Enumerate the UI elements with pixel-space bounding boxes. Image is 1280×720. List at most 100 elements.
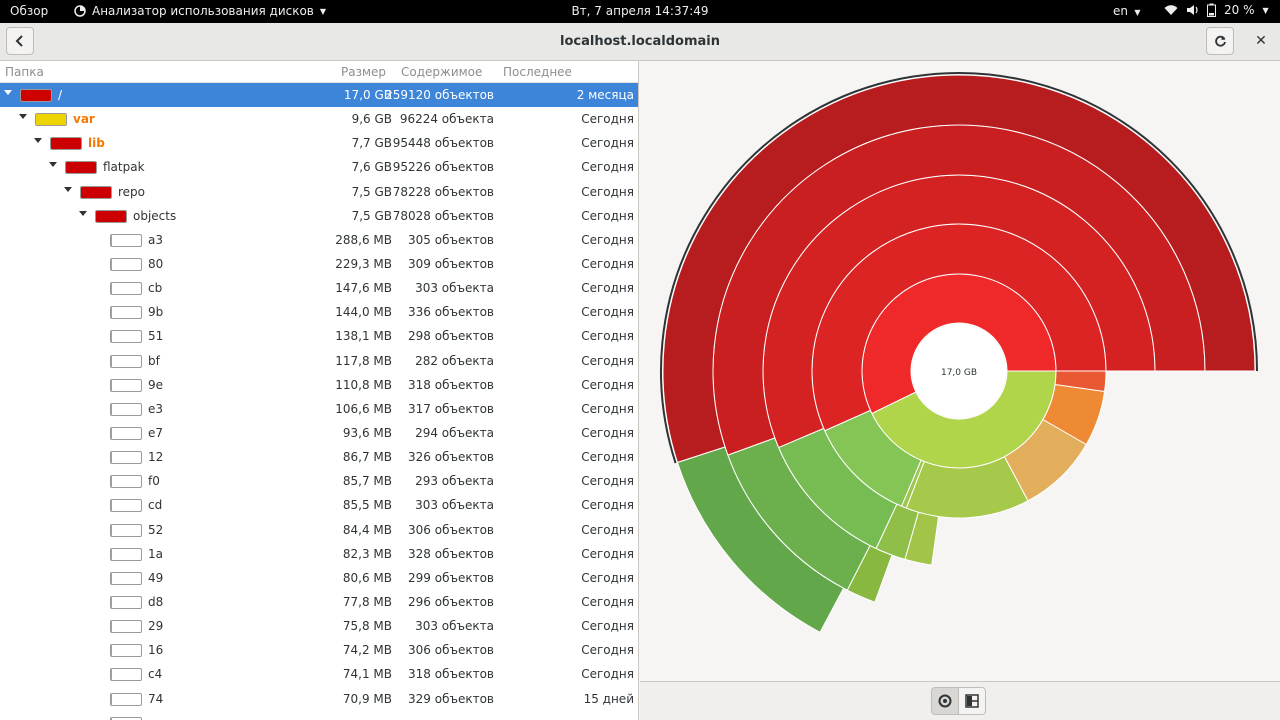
row-name: / bbox=[58, 88, 63, 102]
tree-row[interactable]: e3 106,6 MB 317 объектов Сегодня bbox=[0, 397, 638, 421]
row-modified: Сегодня bbox=[581, 377, 634, 392]
usage-bar bbox=[20, 89, 52, 102]
tree-row[interactable] bbox=[0, 711, 638, 720]
expander-arrow-icon[interactable] bbox=[64, 186, 72, 192]
tree-row[interactable]: flatpak 7,6 GB 95226 объектов Сегодня bbox=[0, 155, 638, 179]
row-modified: Сегодня bbox=[581, 184, 634, 199]
expander-arrow-icon[interactable] bbox=[49, 162, 57, 168]
rings-view-button[interactable] bbox=[931, 687, 959, 715]
chart-center-label: 17,0 GB bbox=[941, 368, 977, 378]
keyboard-layout[interactable]: en ▼ bbox=[1113, 4, 1141, 18]
tree-row[interactable]: 52 84,4 MB 306 объектов Сегодня bbox=[0, 518, 638, 542]
row-size: 77,8 MB bbox=[342, 594, 392, 609]
tree-row[interactable]: 74 70,9 MB 329 объектов 15 дней bbox=[0, 687, 638, 711]
row-contents: 329 объектов bbox=[408, 691, 494, 706]
column-header: Папка Размер Содержимое Последнее измене… bbox=[0, 61, 638, 93]
row-contents: 317 объектов bbox=[408, 401, 494, 416]
usage-bar bbox=[110, 330, 142, 344]
battery-icon bbox=[1207, 3, 1216, 17]
row-size: 93,6 MB bbox=[342, 425, 392, 440]
rings-chart[interactable]: 17,0 GB bbox=[640, 61, 1280, 681]
column-header-size[interactable]: Размер bbox=[341, 65, 386, 79]
tree-row[interactable]: 9b 144,0 MB 336 объектов Сегодня bbox=[0, 300, 638, 324]
window-close-icon: ✕ bbox=[1255, 33, 1267, 49]
row-name: 51 bbox=[148, 329, 164, 344]
row-contents: 303 объекта bbox=[415, 619, 494, 634]
tree-row[interactable]: repo 7,5 GB 78228 объектов Сегодня bbox=[0, 180, 638, 204]
usage-bar bbox=[110, 402, 142, 416]
expander-arrow-icon[interactable] bbox=[4, 90, 12, 95]
usage-bar bbox=[110, 257, 142, 271]
usage-bar bbox=[110, 523, 142, 537]
row-contents: 78228 объектов bbox=[392, 184, 494, 199]
row-contents: 296 объектов bbox=[408, 594, 494, 609]
row-modified: Сегодня bbox=[581, 160, 634, 175]
tree-row[interactable]: bf 117,8 MB 282 объекта Сегодня bbox=[0, 349, 638, 373]
row-name: lib bbox=[88, 136, 105, 151]
chevron-down-icon: ▼ bbox=[319, 6, 327, 16]
tree-row[interactable]: 29 75,8 MB 303 объекта Сегодня bbox=[0, 614, 638, 638]
row-modified: 2 месяца bbox=[576, 88, 634, 102]
tree-row[interactable]: cb 147,6 MB 303 объекта Сегодня bbox=[0, 276, 638, 300]
tree-row[interactable]: d8 77,8 MB 296 объектов Сегодня bbox=[0, 590, 638, 614]
tree-row[interactable]: f0 85,7 MB 293 объекта Сегодня bbox=[0, 469, 638, 493]
tree-row[interactable]: a3 288,6 MB 305 объектов Сегодня bbox=[0, 228, 638, 252]
row-modified: Сегодня bbox=[581, 305, 634, 320]
row-modified: 15 дней bbox=[583, 691, 634, 706]
column-header-contents[interactable]: Содержимое bbox=[401, 65, 482, 79]
row-size: 7,6 GB bbox=[351, 160, 392, 175]
tree-row[interactable]: e7 93,6 MB 294 объекта Сегодня bbox=[0, 421, 638, 445]
row-contents: 298 объектов bbox=[408, 329, 494, 344]
expander-arrow-icon[interactable] bbox=[19, 114, 27, 120]
refresh-button[interactable] bbox=[1206, 27, 1234, 55]
usage-bar bbox=[110, 668, 142, 682]
tree-row[interactable]: 16 74,2 MB 306 объектов Сегодня bbox=[0, 638, 638, 662]
row-size: 86,7 MB bbox=[342, 450, 392, 465]
row-size: 80,6 MB bbox=[342, 570, 392, 585]
tree-row[interactable]: 51 138,1 MB 298 объектов Сегодня bbox=[0, 324, 638, 348]
row-size: 75,8 MB bbox=[342, 619, 392, 634]
usage-bar bbox=[50, 137, 82, 151]
row-contents: 282 объекта bbox=[415, 353, 494, 368]
tree-row[interactable]: 12 86,7 MB 326 объектов Сегодня bbox=[0, 445, 638, 469]
keyboard-layout-label: en bbox=[1113, 4, 1128, 18]
tree-row[interactable]: objects 7,5 GB 78028 объектов Сегодня bbox=[0, 204, 638, 228]
tree-row[interactable]: lib 7,7 GB 95448 объектов Сегодня bbox=[0, 131, 638, 155]
row-size: 82,3 MB bbox=[342, 546, 392, 561]
tree-row[interactable]: 9e 110,8 MB 318 объектов Сегодня bbox=[0, 373, 638, 397]
column-header-folder[interactable]: Папка bbox=[5, 65, 44, 79]
expander-arrow-icon[interactable] bbox=[34, 138, 42, 144]
system-menu[interactable]: 20 % ▼ bbox=[1164, 3, 1269, 17]
row-size: 7,7 GB bbox=[351, 136, 392, 151]
usage-bar bbox=[110, 426, 142, 440]
activities-button[interactable]: Обзор bbox=[10, 4, 48, 18]
tree-row[interactable]: var 9,6 GB 96224 объекта Сегодня bbox=[0, 107, 638, 131]
usage-bar bbox=[110, 571, 142, 585]
row-name: bf bbox=[148, 353, 160, 368]
row-size: 85,5 MB bbox=[342, 498, 392, 513]
close-button[interactable]: ✕ bbox=[1247, 27, 1275, 55]
chart-area: 17,0 GB bbox=[640, 61, 1280, 681]
folder-tree[interactable]: Папка Размер Содержимое Последнее измене… bbox=[0, 61, 639, 720]
usage-bar bbox=[110, 595, 142, 609]
row-contents: 309 объектов bbox=[408, 256, 494, 271]
usage-bar bbox=[80, 185, 112, 199]
back-button[interactable] bbox=[6, 27, 34, 55]
tree-row[interactable]: c4 74,1 MB 318 объектов Сегодня bbox=[0, 662, 638, 686]
view-switcher-bar bbox=[640, 681, 1280, 720]
row-modified: Сегодня bbox=[581, 522, 634, 537]
row-name: 29 bbox=[148, 619, 164, 634]
tree-row[interactable]: 1a 82,3 MB 328 объектов Сегодня bbox=[0, 542, 638, 566]
tree-row[interactable]: cd 85,5 MB 303 объекта Сегодня bbox=[0, 493, 638, 517]
clock[interactable]: Вт, 7 апреля 14:37:49 bbox=[571, 4, 708, 18]
tree-row[interactable]: 80 229,3 MB 309 объектов Сегодня bbox=[0, 252, 638, 276]
row-name: cb bbox=[148, 281, 163, 296]
tree-row[interactable]: 49 80,6 MB 299 объектов Сегодня bbox=[0, 566, 638, 590]
row-contents: 96224 объекта bbox=[399, 112, 494, 127]
row-size: 106,6 MB bbox=[335, 401, 392, 416]
expander-arrow-icon[interactable] bbox=[79, 210, 87, 216]
treemap-view-button[interactable] bbox=[958, 687, 986, 715]
usage-bar bbox=[110, 475, 142, 489]
app-menu[interactable]: Анализатор использования дисков ▼ bbox=[74, 4, 326, 18]
tree-row[interactable]: /17,0 GB 259120 объектов 2 месяца bbox=[0, 83, 638, 108]
